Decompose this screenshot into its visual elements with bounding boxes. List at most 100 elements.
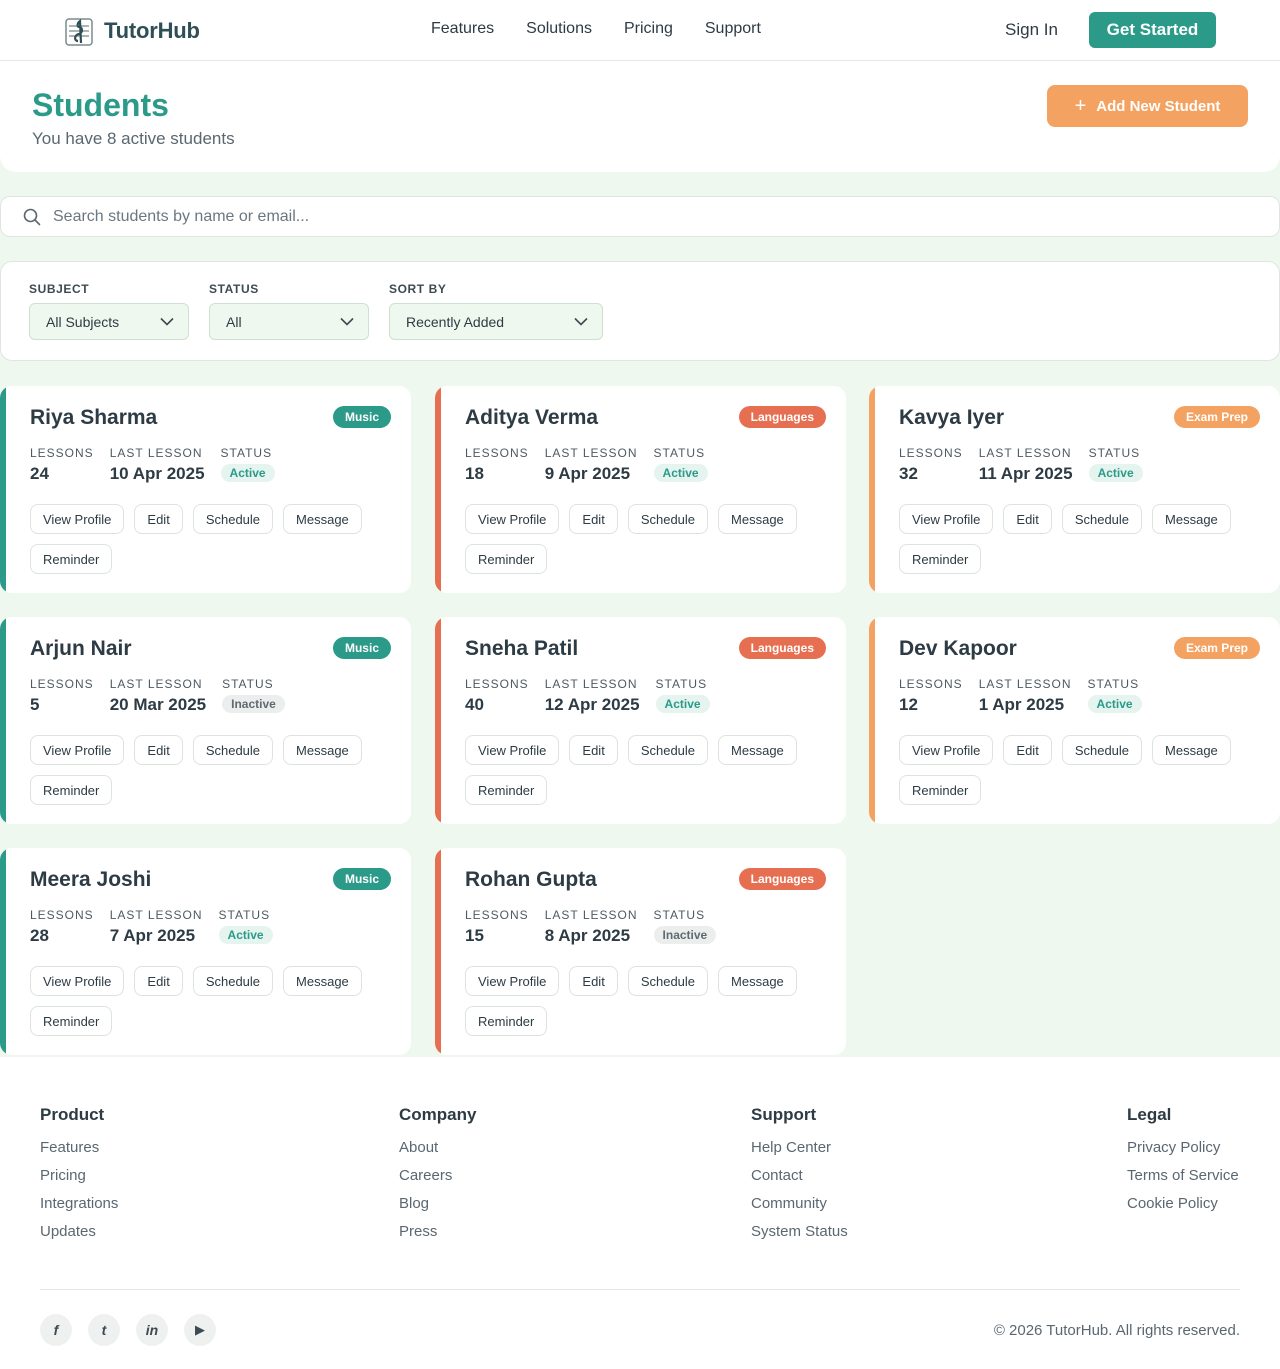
status-label: STATUS [218,908,271,922]
schedule-button[interactable]: Schedule [192,504,274,534]
message-button[interactable]: Message [283,504,362,534]
footer-link[interactable]: Blog [399,1195,476,1213]
reminder-button[interactable]: Reminder [30,775,113,805]
footer-link[interactable]: Press [399,1223,476,1241]
add-new-student-label: Add New Student [1096,97,1221,115]
subject-select[interactable]: All Subjects [29,303,189,340]
edit-button[interactable]: Edit [134,504,183,534]
message-button[interactable]: Message [283,735,362,765]
footer-link[interactable]: Features [40,1139,118,1157]
message-button[interactable]: Message [718,504,797,534]
message-button[interactable]: Message [283,966,362,996]
edit-button[interactable]: Edit [569,504,618,534]
view-profile-button[interactable]: View Profile [465,735,560,765]
status-stat: STATUS Inactive [222,677,285,715]
message-button[interactable]: Message [718,735,797,765]
reminder-button[interactable]: Reminder [465,775,548,805]
edit-button[interactable]: Edit [569,966,618,996]
footer-link[interactable]: Integrations [40,1195,118,1213]
status-stat: STATUS Active [218,908,273,946]
footer-heading: Product [40,1105,105,1124]
search-input[interactable] [53,203,1253,231]
schedule-button[interactable]: Schedule [1061,504,1143,534]
student-name[interactable]: Aditya Verma [465,406,598,430]
student-name[interactable]: Dev Kapoor [899,637,1017,661]
footer-link[interactable]: Updates [40,1223,118,1241]
footer-link[interactable]: Terms of Service [1127,1167,1239,1185]
view-profile-button[interactable]: View Profile [30,735,125,765]
status-label: STATUS [653,446,706,460]
student-name[interactable]: Kavya Iyer [899,406,1004,430]
reminder-button[interactable]: Reminder [899,775,982,805]
youtube-icon[interactable]: ▶ [184,1314,216,1346]
status-badge: Active [655,695,710,713]
view-profile-button[interactable]: View Profile [30,966,125,996]
message-button[interactable]: Message [1152,735,1231,765]
footer-link[interactable]: Help Center [751,1139,848,1157]
student-name[interactable]: Riya Sharma [30,406,157,430]
view-profile-button[interactable]: View Profile [465,966,560,996]
edit-button[interactable]: Edit [134,735,183,765]
lessons-label: LESSONS [30,446,94,460]
footer-link[interactable]: About [399,1139,476,1157]
footer-link[interactable]: Privacy Policy [1127,1139,1239,1157]
schedule-button[interactable]: Schedule [627,504,709,534]
schedule-button[interactable]: Schedule [192,966,274,996]
status-select-value: All [226,313,242,330]
linkedin-icon[interactable]: in [136,1314,168,1346]
edit-button[interactable]: Edit [134,966,183,996]
edit-button[interactable]: Edit [1003,504,1052,534]
subject-tag: Exam Prep [1173,637,1260,659]
footer-link[interactable]: Contact [751,1167,848,1185]
sign-in-link[interactable]: Sign In [1005,20,1058,40]
reminder-button[interactable]: Reminder [30,1006,113,1036]
card-actions: View Profile Edit Schedule Message Reminder [465,504,825,574]
nav-link-features[interactable]: Features [431,20,494,38]
reminder-button[interactable]: Reminder [465,1006,548,1036]
twitter-icon[interactable]: t [88,1314,120,1346]
card-actions: View Profile Edit Schedule Message Reminder [465,966,825,1036]
view-profile-button[interactable]: View Profile [899,504,994,534]
subject-filter: SUBJECT All Subjects [29,282,189,340]
nav-link-solutions[interactable]: Solutions [526,20,592,38]
page-title: Students [32,87,169,123]
lessons-stat: LESSONS 18 [465,446,529,484]
nav-link-pricing[interactable]: Pricing [624,20,673,38]
nav-link-support[interactable]: Support [705,20,761,38]
reminder-button[interactable]: Reminder [899,544,982,574]
student-name[interactable]: Meera Joshi [30,868,151,892]
schedule-button[interactable]: Schedule [192,735,274,765]
lessons-count: 32 [899,464,918,483]
reminder-button[interactable]: Reminder [465,544,548,574]
schedule-button[interactable]: Schedule [627,966,709,996]
footer-link[interactable]: Pricing [40,1167,118,1185]
footer-link[interactable]: System Status [751,1223,848,1241]
student-name[interactable]: Rohan Gupta [465,868,597,892]
message-button[interactable]: Message [1152,504,1231,534]
status-select[interactable]: All [209,303,369,340]
schedule-button[interactable]: Schedule [627,735,709,765]
footer-link[interactable]: Careers [399,1167,476,1185]
edit-button[interactable]: Edit [1003,735,1052,765]
edit-button[interactable]: Edit [569,735,618,765]
facebook-icon[interactable]: f [40,1314,72,1346]
footer-link[interactable]: Community [751,1195,848,1213]
page-footer: Product Features Pricing Integrations Up… [0,1057,1280,1369]
add-new-student-button[interactable]: + Add New Student [1047,85,1248,127]
brand-logo[interactable]: TutorHub [64,15,200,47]
lessons-count: 5 [30,695,40,714]
footer-link[interactable]: Cookie Policy [1127,1195,1239,1213]
student-name[interactable]: Sneha Patil [465,637,578,661]
get-started-button[interactable]: Get Started [1089,12,1216,48]
reminder-button[interactable]: Reminder [30,544,113,574]
sort-select[interactable]: Recently Added [389,303,603,340]
brand-name: TutorHub [104,18,200,43]
view-profile-button[interactable]: View Profile [899,735,994,765]
view-profile-button[interactable]: View Profile [465,504,560,534]
message-button[interactable]: Message [718,966,797,996]
view-profile-button[interactable]: View Profile [30,504,125,534]
card-actions: View Profile Edit Schedule Message Reminder [899,735,1259,805]
plus-icon: + [1074,95,1087,117]
student-name[interactable]: Arjun Nair [30,637,132,661]
schedule-button[interactable]: Schedule [1061,735,1143,765]
